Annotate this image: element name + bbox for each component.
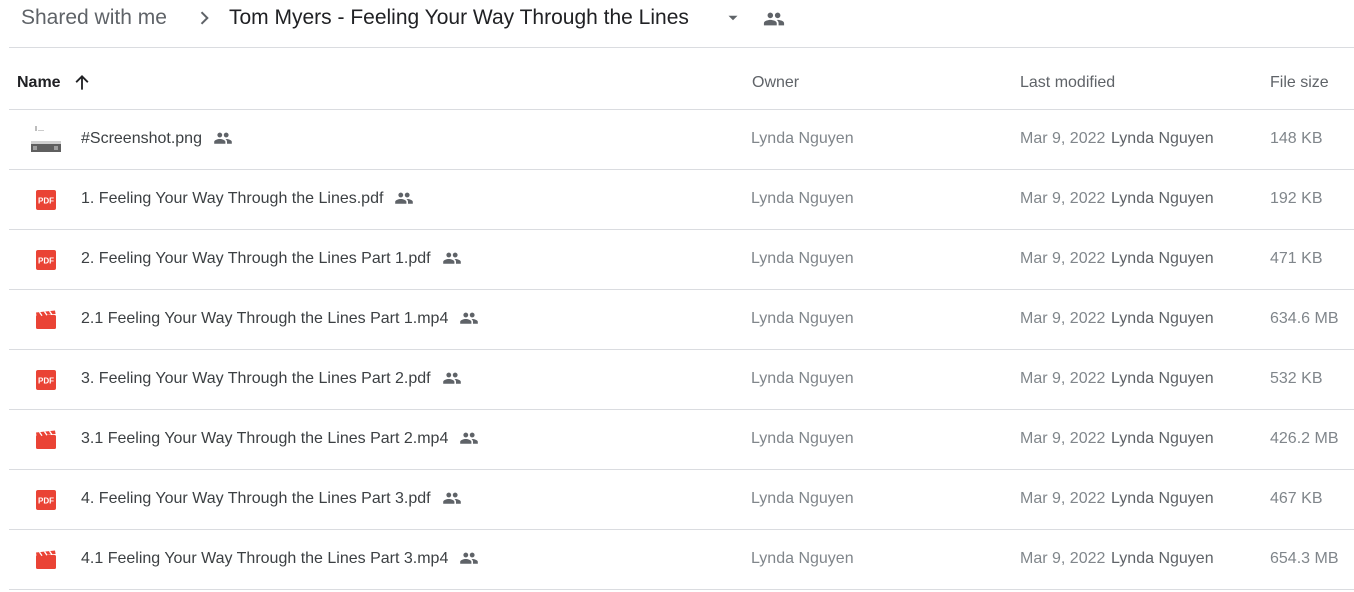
file-owner: Lynda Nguyen xyxy=(751,130,854,147)
file-size: 192 KB xyxy=(1270,190,1323,207)
column-header-name[interactable]: Name xyxy=(17,74,61,92)
file-owner: Lynda Nguyen xyxy=(751,490,854,507)
file-modified-by: Lynda Nguyen xyxy=(1111,430,1214,447)
file-row[interactable]: PDF 1. Feeling Your Way Through the Lines… xyxy=(9,170,1354,230)
pdf-icon: PDF xyxy=(36,250,56,270)
breadcrumb-shared-with-me[interactable]: Shared with me xyxy=(21,5,167,31)
file-name: 1. Feeling Your Way Through the Lines.pd… xyxy=(81,190,384,207)
file-name-cell: 4.1 Feeling Your Way Through the Lines P… xyxy=(81,550,480,568)
file-modified-by: Lynda Nguyen xyxy=(1111,370,1214,387)
file-name-cell: 3.1 Feeling Your Way Through the Lines P… xyxy=(81,430,480,448)
file-modified-date: Mar 9, 2022 xyxy=(1020,550,1106,567)
file-size: 471 KB xyxy=(1270,250,1323,267)
file-modified-date: Mar 9, 2022 xyxy=(1020,130,1106,147)
file-list: #Screenshot.png Lynda Nguyen Mar 9, 2022 Ly… xyxy=(9,110,1354,590)
file-owner: Lynda Nguyen xyxy=(751,190,854,207)
file-name-cell: 1. Feeling Your Way Through the Lines.pd… xyxy=(81,190,415,208)
svg-text:PDF: PDF xyxy=(38,197,54,206)
file-size: 426.2 MB xyxy=(1270,430,1339,447)
file-modified-date: Mar 9, 2022 xyxy=(1020,310,1106,327)
file-size: 634.6 MB xyxy=(1270,310,1339,327)
file-modified-by: Lynda Nguyen xyxy=(1111,130,1214,147)
file-owner: Lynda Nguyen xyxy=(751,370,854,387)
file-name-cell: 3. Feeling Your Way Through the Lines Pa… xyxy=(81,370,463,388)
file-modified-date: Mar 9, 2022 xyxy=(1020,490,1106,507)
file-name: #Screenshot.png xyxy=(81,130,202,147)
file-name: 3.1 Feeling Your Way Through the Lines P… xyxy=(81,430,449,447)
file-row[interactable]: PDF 3. Feeling Your Way Through the Lines… xyxy=(9,350,1354,410)
file-row[interactable]: 3.1 Feeling Your Way Through the Lines P… xyxy=(9,410,1354,470)
shared-people-icon xyxy=(442,252,461,264)
file-modified-date: Mar 9, 2022 xyxy=(1020,430,1106,447)
pdf-icon: PDF xyxy=(36,370,56,390)
column-header-owner: Owner xyxy=(752,74,800,91)
file-size: 654.3 MB xyxy=(1270,550,1339,567)
file-modified-by: Lynda Nguyen xyxy=(1111,310,1214,327)
svg-text:PDF: PDF xyxy=(38,377,54,386)
arrow-up-icon[interactable] xyxy=(72,73,92,93)
file-row[interactable]: 2.1 Feeling Your Way Through the Lines P… xyxy=(9,290,1354,350)
pdf-icon: PDF xyxy=(36,490,56,510)
column-header-row: Name Owner Last modified File size xyxy=(9,48,1354,110)
shared-people-icon xyxy=(442,492,461,504)
shared-people-icon xyxy=(214,132,232,144)
file-name: 4.1 Feeling Your Way Through the Lines P… xyxy=(81,550,449,567)
file-name: 2.1 Feeling Your Way Through the Lines P… xyxy=(81,310,449,327)
file-size: 467 KB xyxy=(1270,490,1323,507)
column-header-file-size: File size xyxy=(1270,74,1329,91)
file-modified-date: Mar 9, 2022 xyxy=(1020,370,1106,387)
video-icon xyxy=(36,550,56,569)
file-row[interactable]: PDF 4. Feeling Your Way Through the Lines… xyxy=(9,470,1354,530)
shared-people-icon xyxy=(395,192,414,204)
file-owner: Lynda Nguyen xyxy=(751,250,854,267)
chevron-down-icon[interactable] xyxy=(724,9,742,27)
shared-people-icon xyxy=(442,372,461,384)
pdf-icon: PDF xyxy=(36,190,56,210)
file-name-cell: 2.1 Feeling Your Way Through the Lines P… xyxy=(81,310,480,328)
file-owner: Lynda Nguyen xyxy=(751,430,854,447)
file-modified-by: Lynda Nguyen xyxy=(1111,250,1214,267)
shared-folder-people-icon[interactable] xyxy=(762,8,786,30)
file-modified-date: Mar 9, 2022 xyxy=(1020,190,1106,207)
file-size: 532 KB xyxy=(1270,370,1323,387)
file-name-cell: #Screenshot.png xyxy=(81,130,234,148)
file-row[interactable]: PDF 2. Feeling Your Way Through the Lines… xyxy=(9,230,1354,290)
file-row[interactable]: 4.1 Feeling Your Way Through the Lines P… xyxy=(9,530,1354,590)
breadcrumb-current-folder[interactable]: Tom Myers - Feeling Your Way Through the… xyxy=(229,5,689,31)
file-owner: Lynda Nguyen xyxy=(751,550,854,567)
shared-people-icon xyxy=(460,312,479,324)
file-modified-by: Lynda Nguyen xyxy=(1111,190,1214,207)
file-modified-date: Mar 9, 2022 xyxy=(1020,250,1106,267)
file-name: 3. Feeling Your Way Through the Lines Pa… xyxy=(81,370,431,387)
file-name-cell: 2. Feeling Your Way Through the Lines Pa… xyxy=(81,250,463,268)
video-icon xyxy=(36,430,56,449)
shared-people-icon xyxy=(460,552,479,564)
svg-text:PDF: PDF xyxy=(38,497,54,506)
file-row[interactable]: #Screenshot.png Lynda Nguyen Mar 9, 2022 Ly… xyxy=(9,110,1354,170)
file-modified-by: Lynda Nguyen xyxy=(1111,550,1214,567)
column-header-last-modified[interactable]: Last modified xyxy=(1020,74,1115,92)
video-icon xyxy=(36,310,56,329)
breadcrumb: Shared with me Tom Myers - Feeling Your … xyxy=(0,0,1354,38)
file-size: 148 KB xyxy=(1270,130,1323,147)
chevron-right-icon xyxy=(200,11,209,25)
file-name: 4. Feeling Your Way Through the Lines Pa… xyxy=(81,490,431,507)
svg-text:PDF: PDF xyxy=(38,257,54,266)
file-modified-by: Lynda Nguyen xyxy=(1111,490,1214,507)
file-name: 2. Feeling Your Way Through the Lines Pa… xyxy=(81,250,431,267)
file-owner: Lynda Nguyen xyxy=(751,310,854,327)
shared-people-icon xyxy=(460,432,479,444)
file-name-cell: 4. Feeling Your Way Through the Lines Pa… xyxy=(81,490,463,508)
image-thumbnail-icon xyxy=(30,124,62,156)
